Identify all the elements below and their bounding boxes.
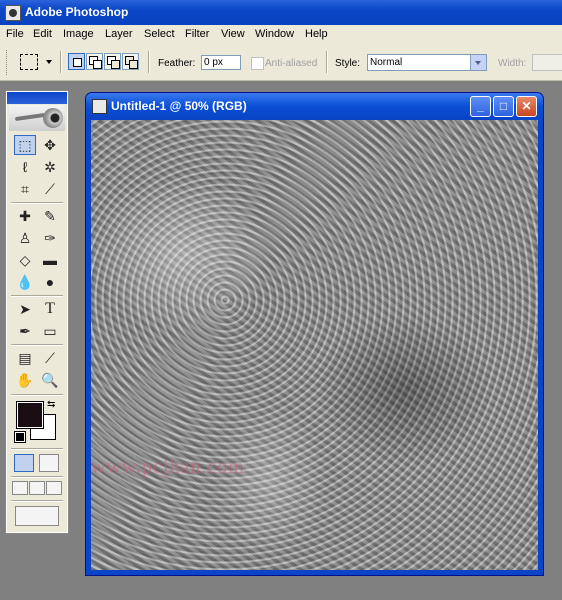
zoom-tool-icon[interactable]: 🔍: [39, 370, 61, 390]
separator: [11, 202, 63, 204]
menu-view[interactable]: View: [221, 28, 245, 40]
healing-brush-tool-icon[interactable]: ✚: [14, 206, 36, 226]
eyedropper-tool-icon[interactable]: ⟋: [39, 348, 61, 368]
blur-tool-icon[interactable]: 💧: [14, 272, 36, 292]
subtract-from-selection-button[interactable]: [104, 53, 121, 70]
jump-to-imageready-button[interactable]: [15, 506, 59, 526]
separator: [148, 51, 150, 73]
hand-tool-icon[interactable]: ✋: [14, 370, 36, 390]
width-input[interactable]: [532, 54, 562, 71]
separator: [11, 500, 63, 502]
maximize-button[interactable]: □: [493, 96, 514, 117]
magic-wand-tool-icon[interactable]: ✲: [39, 157, 61, 177]
menu-window[interactable]: Window: [255, 28, 294, 40]
default-colors-icon[interactable]: [14, 431, 26, 443]
image-canvas[interactable]: www.pcjhan.com: [91, 120, 538, 570]
lasso-tool-icon[interactable]: ℓ: [14, 157, 36, 177]
crop-tool-icon[interactable]: ⌗: [14, 179, 36, 199]
new-selection-button[interactable]: [68, 53, 85, 70]
app-title: Adobe Photoshop: [25, 5, 129, 19]
separator: [11, 448, 63, 450]
document-icon: [92, 99, 107, 114]
separator: [11, 295, 63, 297]
feather-input[interactable]: 0 px: [201, 55, 241, 70]
anti-aliased-checkbox[interactable]: [251, 57, 264, 70]
slice-tool-icon[interactable]: ⟋: [39, 179, 61, 199]
anti-aliased-label: Anti-aliased: [265, 58, 318, 69]
separator: [326, 51, 328, 73]
chevron-down-icon[interactable]: [470, 55, 486, 70]
menu-select[interactable]: Select: [144, 28, 175, 40]
menu-layer[interactable]: Layer: [105, 28, 133, 40]
separator: [60, 51, 62, 73]
separator: [11, 476, 63, 478]
gradient-tool-icon[interactable]: ▬: [39, 250, 61, 270]
document-titlebar[interactable]: Untitled-1 @ 50% (RGB) _ □ ✕: [86, 93, 543, 119]
eraser-tool-icon[interactable]: ◇: [14, 250, 36, 270]
quick-mask-mode-button[interactable]: [39, 454, 59, 472]
move-tool-icon[interactable]: ✥: [39, 135, 61, 155]
pen-tool-icon[interactable]: ✒: [14, 321, 36, 341]
options-bar: Feather: 0 px Anti-aliased Style: Normal…: [0, 45, 562, 81]
style-select-value: Normal: [370, 57, 403, 68]
standard-screen-mode-button[interactable]: [12, 481, 28, 495]
standard-mode-button[interactable]: [14, 454, 34, 472]
menu-help[interactable]: Help: [305, 28, 328, 40]
rect-marquee-tool-icon[interactable]: ⬚: [14, 135, 36, 155]
feather-label: Feather:: [158, 58, 196, 69]
intersect-selection-button[interactable]: [122, 53, 139, 70]
full-screen-mode-button[interactable]: [46, 481, 62, 495]
tool-preset-picker-icon[interactable]: [20, 54, 38, 70]
dodge-tool-icon[interactable]: ●: [39, 272, 61, 292]
toolbox: ⬚ ✥ ℓ ✲ ⌗ ⟋ ✚ ✎ ♙ ✑ ◇ ▬ 💧 ● ➤ T ✒ ▭ ▤ ⟋ …: [5, 90, 69, 534]
shape-tool-icon[interactable]: ▭: [39, 321, 61, 341]
close-button[interactable]: ✕: [516, 96, 537, 117]
chevron-down-icon[interactable]: [46, 60, 52, 64]
photoshop-app-icon: [5, 5, 21, 21]
foreground-color-swatch[interactable]: [16, 401, 44, 429]
separator: [11, 344, 63, 346]
notes-tool-icon[interactable]: ▤: [14, 348, 36, 368]
style-label: Style:: [335, 58, 361, 69]
type-tool-icon[interactable]: T: [39, 299, 61, 319]
menu-edit[interactable]: Edit: [33, 28, 52, 40]
menubar: File Edit Image Layer Select Filter View…: [0, 25, 562, 45]
width-label: Width:: [498, 58, 527, 69]
menu-image[interactable]: Image: [63, 28, 94, 40]
app-titlebar: Adobe Photoshop: [0, 0, 562, 25]
brush-tool-icon[interactable]: ✎: [39, 206, 61, 226]
separator: [11, 394, 63, 396]
swap-colors-icon[interactable]: ⇆: [47, 399, 55, 410]
toolbox-titlebar[interactable]: [7, 92, 67, 104]
document-title: Untitled-1 @ 50% (RGB): [111, 99, 247, 113]
add-to-selection-button[interactable]: [86, 53, 103, 70]
minimize-button[interactable]: _: [470, 96, 491, 117]
photoshop-logo-icon[interactable]: [9, 105, 65, 131]
menu-file[interactable]: File: [6, 28, 24, 40]
menu-filter[interactable]: Filter: [185, 28, 209, 40]
options-grip[interactable]: [6, 50, 10, 75]
clone-stamp-tool-icon[interactable]: ♙: [14, 228, 36, 248]
document-window: Untitled-1 @ 50% (RGB) _ □ ✕ www.pcjhan.…: [86, 93, 543, 575]
history-brush-tool-icon[interactable]: ✑: [39, 228, 61, 248]
path-selection-tool-icon[interactable]: ➤: [14, 299, 36, 319]
watermark-text: www.pcjhan.com: [91, 456, 245, 478]
style-select[interactable]: Normal: [367, 54, 487, 71]
full-screen-menu-mode-button[interactable]: [29, 481, 45, 495]
